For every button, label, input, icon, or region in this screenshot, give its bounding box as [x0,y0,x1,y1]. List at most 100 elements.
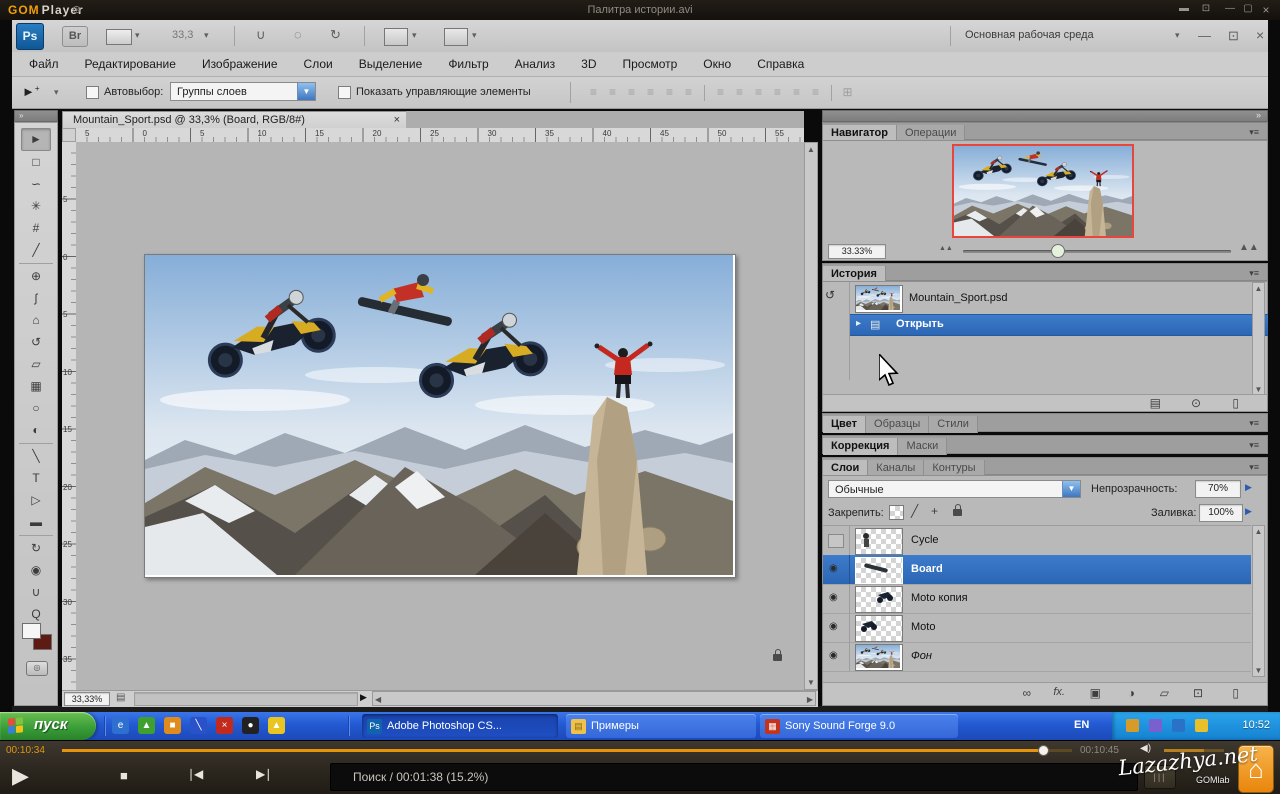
document-vscrollbar[interactable]: ▲ ▼ [804,142,818,690]
chevron-down-icon[interactable]: ▾ [204,30,209,41]
zoom-in-icon[interactable]: ▲▲ [1239,242,1259,253]
shape-tool[interactable]: ▬ [22,512,50,533]
photoshop-icon[interactable]: ■ [164,717,181,734]
fill-field[interactable]: 100% [1199,504,1243,522]
layer-row-board[interactable]: ◉ Board [823,555,1251,585]
link-layers-icon[interactable]: ∞ [1022,686,1031,700]
layer-row-cycle[interactable]: Cycle [823,526,1251,556]
scroll-down-icon[interactable]: ▼ [1253,666,1264,675]
player-titlebar[interactable]: GOMPlayer ⊛ Палитра истории.avi ▬ ⊡ — ▢ … [0,0,1280,21]
healing-brush-tool[interactable]: ⊕ [22,266,50,287]
panel-menu-icon[interactable]: ▾≡ [1249,440,1259,451]
layer-name[interactable]: Cycle [911,534,939,546]
tab-styles[interactable]: Стили [929,416,978,433]
visibility-cell[interactable]: ◉ [823,613,850,642]
layers-scrollbar[interactable]: ▲ ▼ [1252,525,1265,677]
ps-logo[interactable]: Ps [16,23,44,50]
new-layer-icon[interactable]: ⊡ [1193,686,1203,700]
panel-menu-icon[interactable]: ▾≡ [1249,268,1259,279]
scroll-right-icon[interactable]: ▶ [807,695,813,704]
menu-2[interactable]: Изображение [189,57,291,71]
hand-tool-icon[interactable]: ∪ [256,27,266,43]
zoom-status-field[interactable]: 33,33% [64,692,110,706]
delete-layer-icon[interactable]: ▯ [1232,686,1239,700]
layer-group-icon[interactable]: ▱ [1160,686,1169,700]
lock-transparency-icon[interactable] [889,505,904,520]
new-snapshot-icon[interactable]: ⊙ [1191,396,1201,410]
layer-thumbnail[interactable] [855,557,903,584]
blur-tool[interactable]: ○ [22,398,50,419]
clone-stamp-tool[interactable]: ⌂ [22,310,50,331]
panel-menu-icon[interactable]: ▾≡ [1249,127,1259,138]
quick-selection-tool[interactable]: ✳ [22,196,50,217]
language-indicator[interactable]: EN [1074,719,1089,731]
layer-thumbnail[interactable] [855,586,903,613]
lock-position-icon[interactable]: + [931,504,938,518]
eyedropper-tool[interactable]: ╱ [22,240,50,261]
taskbar-clock[interactable]: 10:52 [1242,719,1270,731]
layer-row-moto[interactable]: ◉ Moto [823,613,1251,643]
zoom-tool[interactable]: Q [22,604,50,625]
display-icon[interactable] [1149,719,1162,732]
task-button-photoshop[interactable]: Ps Adobe Photoshop CS... [362,714,558,738]
layer-name[interactable]: Moto копия [911,592,968,604]
seek-bar[interactable] [62,749,1072,752]
adjustment-layer-icon[interactable]: ◑ [1128,686,1135,700]
chevron-down-icon[interactable]: ▾ [412,30,417,41]
dock-collapse-strip[interactable]: » [822,110,1268,122]
eye-icon[interactable]: ◉ [829,592,838,603]
delphi-icon[interactable]: ▲ [268,717,285,734]
3d-rotate-tool[interactable]: ↻ [22,538,50,559]
menu-1[interactable]: Редактирование [72,57,189,71]
zoom-out-icon[interactable]: ▲▲ [939,245,953,252]
excel-icon[interactable]: × [216,717,233,734]
slider-handle[interactable] [1051,244,1065,258]
foreground-color-swatch[interactable] [22,623,41,639]
chevron-down-icon[interactable]: ▾ [54,87,59,98]
network-icon[interactable] [1126,719,1139,732]
stop-button[interactable]: ■ [120,768,128,783]
layer-name[interactable]: Moto [911,621,935,633]
eye-icon[interactable]: ◉ [829,650,838,661]
tools-collapse-strip[interactable]: » [14,110,58,122]
gradient-tool[interactable]: ▦ [22,376,50,397]
new-document-from-state-icon[interactable]: ▤ [1150,396,1161,410]
play-button[interactable]: ▶ [12,763,29,789]
pen-tool[interactable]: ╲ [22,446,50,467]
folder-green-icon[interactable]: ▲ [138,717,155,734]
dropdown-arrow-icon[interactable]: ▼ [1062,481,1080,497]
menu-7[interactable]: 3D [568,57,609,71]
ruler-top[interactable]: 50510152025303540455055 [76,128,804,143]
visibility-cell[interactable] [823,526,850,555]
chevron-down-icon[interactable]: ▾ [472,30,477,41]
dodge-tool[interactable]: ◐ [22,420,50,441]
lock-all-icon[interactable] [953,509,962,516]
ps-restore-icon[interactable]: ⊡ [1228,28,1239,44]
history-document-name[interactable]: Mountain_Sport.psd [909,292,1007,304]
menu-8[interactable]: Просмотр [609,57,690,71]
history-brush-tool[interactable]: ↺ [22,332,50,353]
show-controls-checkbox[interactable] [338,86,351,99]
tab-color[interactable]: Цвет [823,416,866,433]
layer-name[interactable]: Board [911,563,943,575]
bridge-button[interactable]: Br [62,26,88,47]
navigator-proxy-view[interactable] [952,144,1134,238]
panel-menu-icon[interactable]: ▾≡ [1249,462,1259,473]
browser-icon[interactable]: e [112,717,129,734]
delete-state-icon[interactable]: ▯ [1232,396,1239,410]
writer-icon[interactable]: ╲ [190,717,207,734]
layer-name[interactable]: Фон [911,650,932,662]
scroll-up-icon[interactable]: ▲ [805,145,817,154]
ps-close-icon[interactable]: × [1256,27,1264,43]
media-icon[interactable]: ● [242,717,259,734]
autoselect-checkbox[interactable] [86,86,99,99]
navigator-zoom-slider[interactable] [963,250,1231,253]
quick-mask-button[interactable]: ◎ [26,661,48,676]
menu-3[interactable]: Слои [291,57,346,71]
fill-slider-icon[interactable]: ▶ [1245,506,1252,517]
opacity-field[interactable]: 70% [1195,480,1241,498]
zoom-level-button[interactable]: 33,3 [172,29,193,41]
ps-minimize-icon[interactable]: — [1198,28,1211,43]
marquee-tool[interactable]: □ [22,152,50,173]
move-tool[interactable]: ► [21,128,51,151]
